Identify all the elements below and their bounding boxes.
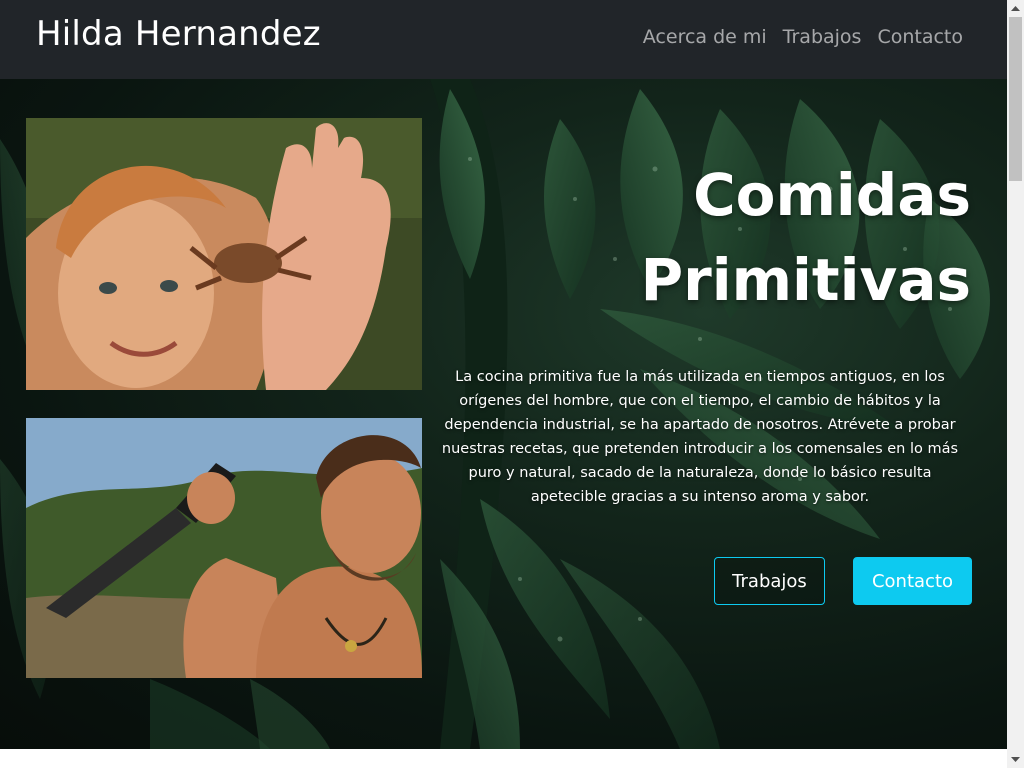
contacto-button[interactable]: Contacto [853,557,972,605]
hero-description: La cocina primitiva fue la más utilizada… [441,369,959,505]
man-with-knife-photo [26,418,422,678]
nav-link-trabajos[interactable]: Trabajos [783,26,862,48]
brand-logo-text[interactable]: Hilda Hernandez [36,14,321,54]
hero-section: Comidas Primitivas La cocina primitiva f… [0,79,1007,749]
hero-title-line2: Primitivas [640,246,971,315]
scroll-up-arrow-icon[interactable] [1007,0,1024,17]
nav-links: Acerca de mi Trabajos Contacto [643,26,963,48]
scroll-thumb[interactable] [1009,17,1022,181]
hero-title: Comidas Primitivas [551,153,971,324]
woman-with-crab-photo [26,118,422,390]
trabajos-button[interactable]: Trabajos [714,557,825,605]
nav-link-contacto[interactable]: Contacto [877,26,963,48]
scroll-down-arrow-icon[interactable] [1007,751,1024,768]
hero-title-line1: Comidas [693,161,971,229]
page-scrollbar[interactable] [1007,0,1024,768]
page-viewport: Hilda Hernandez Acerca de mi Trabajos Co… [0,0,1007,768]
nav-link-acerca[interactable]: Acerca de mi [643,26,767,48]
navbar: Hilda Hernandez Acerca de mi Trabajos Co… [0,0,1007,79]
